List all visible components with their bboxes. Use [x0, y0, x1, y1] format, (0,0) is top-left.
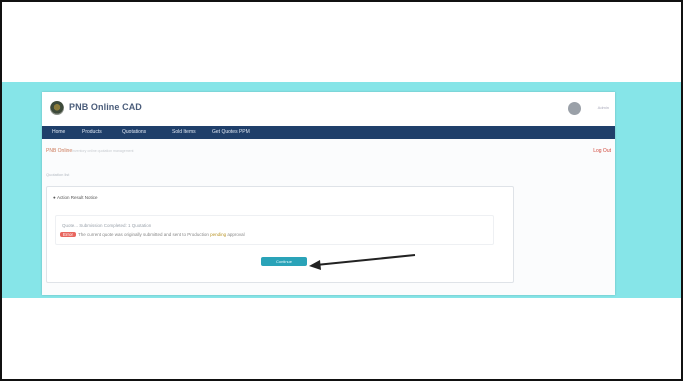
- alert-detail-tail: approval: [226, 232, 245, 237]
- page-title: PNB Online: [46, 148, 73, 154]
- nav-item-products[interactable]: Products: [82, 129, 102, 135]
- nav-item-sold-items[interactable]: Sold Items: [172, 129, 196, 135]
- alert-detail-highlight: pending: [210, 232, 227, 237]
- user-name[interactable]: Admin: [598, 105, 609, 110]
- nav-item-get-quotes[interactable]: Get Quotes PPM: [212, 129, 250, 135]
- result-panel: ● Action Result Notice Quote... Submissi…: [46, 186, 514, 283]
- nav-item-quotations[interactable]: Quotations: [122, 129, 146, 135]
- result-alert: Quote... Submission Completed: 1 Quotati…: [55, 215, 494, 245]
- alert-detail: Error The current quote was originally su…: [60, 232, 245, 237]
- top-nav: Home Products Quotations Sold Items Get …: [42, 126, 615, 139]
- alert-message: Quote... Submission Completed: 1 Quotati…: [62, 223, 152, 228]
- error-badge: Error: [60, 232, 76, 237]
- section-label: Quotation list: [46, 172, 70, 177]
- alert-detail-text: The current quote was originally submitt…: [78, 232, 211, 237]
- nav-item-home[interactable]: Home: [52, 129, 65, 135]
- continue-button[interactable]: Continue: [261, 257, 307, 266]
- app-header: PNB Online CAD Admin: [42, 92, 615, 126]
- app-screenshot: PNB Online CAD Admin Home Products Quota…: [42, 92, 615, 295]
- app-title: PNB Online CAD: [69, 102, 142, 112]
- panel-title-text: Action Result Notice: [56, 195, 98, 200]
- app-logo-icon: [50, 101, 64, 115]
- panel-title: ● Action Result Notice: [53, 195, 98, 200]
- user-avatar-icon[interactable]: [568, 102, 581, 115]
- logout-link[interactable]: Log Out: [593, 148, 611, 154]
- page-subtitle: Inventory online quotation management: [72, 149, 134, 153]
